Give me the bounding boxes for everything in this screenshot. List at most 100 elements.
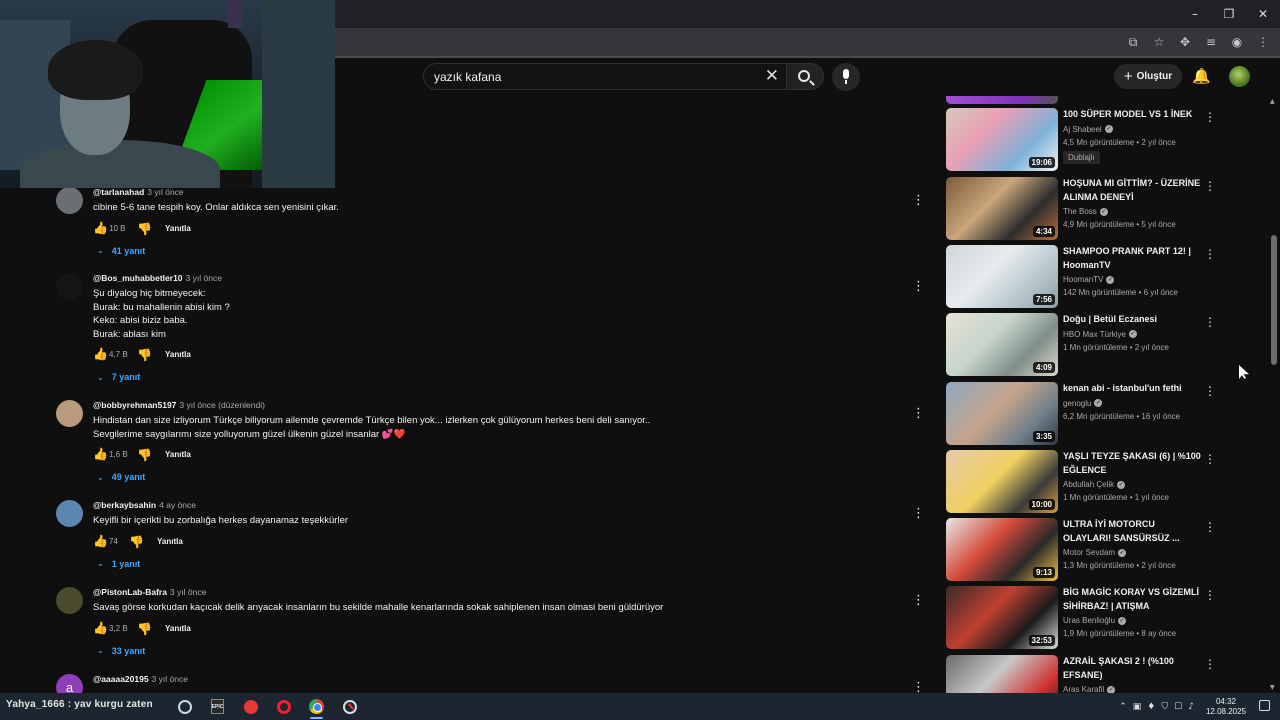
notifications-bell-icon[interactable]: 🔔 [1192, 67, 1211, 85]
notification-center-icon[interactable] [1259, 700, 1270, 711]
comment-author[interactable]: @Bos_muhabbetler10 [93, 273, 183, 283]
comment-author[interactable]: @berkaybsahin [93, 500, 156, 510]
dislike-icon[interactable]: 👎 [137, 348, 152, 362]
video-thumbnail[interactable]: 7:56 [946, 245, 1058, 308]
recommended-video[interactable]: 3:35 kenan abi - istanbul'un fethi genoglu… [946, 382, 1216, 448]
reply-button[interactable]: Yanıtla [165, 450, 191, 459]
video-title[interactable]: 100 SÜPER MODEL VS 1 İNEK [1063, 108, 1203, 122]
scrollbar-thumb[interactable] [1271, 235, 1277, 365]
commenter-avatar[interactable] [56, 587, 83, 614]
view-replies-button[interactable]: ⌄ 49 yanıt [97, 472, 903, 482]
like-icon[interactable]: 👍 [93, 347, 108, 361]
microphone-tray-icon[interactable]: ♦ [1147, 702, 1155, 712]
video-title[interactable]: ULTRA İYİ MOTORCU OLAYLARI! SANSÜRSÜZ ..… [1063, 518, 1203, 545]
video-title[interactable]: AZRAİL ŞAKASI 2 ! (%100 EFSANE) [1063, 655, 1203, 682]
video-more-icon[interactable]: ⋮ [1204, 179, 1216, 193]
recommended-video[interactable]: 10:00 YAŞLI TEYZE ŞAKASI (6) | %100 EĞLEN… [946, 450, 1216, 516]
reply-button[interactable]: Yanıtla [165, 224, 191, 233]
shield-tray-icon[interactable]: ⛉ [1161, 702, 1168, 712]
video-title[interactable]: SHAMPOO PRANK PART 12! | HoomanTV [1063, 245, 1203, 272]
like-icon[interactable]: 👍 [93, 221, 108, 235]
video-thumbnail[interactable]: 32:53 [946, 586, 1058, 649]
view-replies-button[interactable]: ⌄ 1 yanıt [97, 559, 903, 569]
video-channel[interactable]: Motor Sevdam ✓ [1063, 548, 1203, 557]
page-scrollbar[interactable] [1268, 96, 1280, 692]
like-icon[interactable]: 👍 [93, 534, 108, 548]
comment-author[interactable]: @PistonLab-Bafra [93, 587, 167, 597]
video-thumbnail[interactable]: 4:34 [946, 177, 1058, 240]
view-replies-button[interactable]: ⌄ 41 yanıt [97, 246, 903, 256]
account-avatar[interactable] [1229, 66, 1250, 87]
video-thumbnail[interactable]: 3:35 [946, 382, 1058, 445]
recommended-video[interactable]: 19:06 100 SÜPER MODEL VS 1 İNEK Aj Shabeel… [946, 108, 1216, 174]
taskbar-epic-games[interactable]: EPIC [201, 693, 234, 720]
taskbar-red-app[interactable] [234, 693, 267, 720]
video-channel[interactable]: Uras Benlioğlu ✓ [1063, 616, 1203, 625]
video-title[interactable]: HOŞUNA MI GİTTİM? - ÜZERİNE ALINMA DENEY… [1063, 177, 1203, 204]
create-button[interactable]: + Oluştur [1114, 64, 1182, 89]
recommended-video[interactable]: 9:13 ULTRA İYİ MOTORCU OLAYLARI! SANSÜRSÜ… [946, 518, 1216, 584]
video-thumbnail[interactable]: 19:06 [946, 108, 1058, 171]
video-thumbnail[interactable]: 10:00 [946, 450, 1058, 513]
search-input[interactable]: yazık kafana ✕ [423, 63, 787, 90]
video-more-icon[interactable]: ⋮ [1204, 110, 1216, 124]
commenter-avatar[interactable] [56, 273, 83, 300]
scroll-up-arrow-icon[interactable]: ▲ [1270, 98, 1275, 105]
network-icon[interactable]: ☐ [1174, 702, 1182, 712]
video-channel[interactable]: genoglu ✓ [1063, 399, 1203, 408]
bookmark-star-icon[interactable]: ☆ [1148, 31, 1170, 53]
comment-author[interactable]: @aaaaa20195 [93, 674, 149, 684]
video-title[interactable]: kenan abi - istanbul'un fethi [1063, 382, 1203, 396]
profile-icon[interactable]: ◉ [1226, 31, 1248, 53]
comment-timestamp[interactable]: 3 yıl önce (düzenlendi) [179, 400, 265, 410]
voice-search-button[interactable] [832, 63, 860, 91]
like-icon[interactable]: 👍 [93, 447, 108, 461]
video-more-icon[interactable]: ⋮ [1204, 452, 1216, 466]
video-title[interactable]: YAŞLI TEYZE ŞAKASI (6) | %100 EĞLENCE [1063, 450, 1203, 477]
recommended-video[interactable]: AZRAİL ŞAKASI 2 ! (%100 EFSANE) Aras Kara… [946, 655, 1216, 718]
commenter-avatar[interactable] [56, 400, 83, 427]
view-replies-button[interactable]: ⌄ 33 yanıt [97, 646, 903, 656]
video-thumbnail[interactable]: 4:09 [946, 313, 1058, 376]
media-control-icon[interactable]: ≡ [1200, 31, 1222, 53]
recommended-video[interactable]: 7:56 SHAMPOO PRANK PART 12! | HoomanTV Hoo… [946, 245, 1216, 311]
comment-timestamp[interactable]: 3 yıl önce [147, 187, 183, 197]
video-more-icon[interactable]: ⋮ [1204, 315, 1216, 329]
video-more-icon[interactable]: ⋮ [1204, 520, 1216, 534]
comment-timestamp[interactable]: 3 yıl önce [152, 674, 188, 684]
reply-button[interactable]: Yanıtla [165, 350, 191, 359]
comment-timestamp[interactable]: 4 ay önce [159, 500, 196, 510]
commenter-avatar[interactable] [56, 500, 83, 527]
video-channel[interactable]: HoomanTV ✓ [1063, 275, 1203, 284]
video-title[interactable]: BİG MAGİC KORAY VS GİZEMLİ SİHİRBAZ! | A… [1063, 586, 1203, 613]
taskbar-steam[interactable] [168, 693, 201, 720]
reply-button[interactable]: Yanıtla [157, 537, 183, 546]
system-clock[interactable]: 04:32 12.08.2025 [1206, 697, 1246, 717]
tray-overflow-chevron-icon[interactable]: ⌃ [1119, 702, 1127, 712]
video-more-icon[interactable]: ⋮ [1204, 247, 1216, 261]
taskbar-opera[interactable] [267, 693, 300, 720]
dislike-icon[interactable]: 👎 [137, 222, 152, 236]
comment-more-icon[interactable]: ⋮ [912, 279, 925, 294]
video-more-icon[interactable]: ⋮ [1204, 657, 1216, 671]
taskbar-chrome[interactable] [300, 693, 333, 720]
dislike-icon[interactable]: 👎 [137, 448, 152, 462]
comment-timestamp[interactable]: 3 yıl önce [170, 587, 206, 597]
view-replies-button[interactable]: ⌄ 7 yanıt [97, 372, 903, 382]
taskbar-speedometer-app[interactable] [333, 693, 366, 720]
video-channel[interactable]: Aj Shabeel ✓ [1063, 125, 1203, 134]
video-title[interactable]: Doğu | Betül Eczanesi [1063, 313, 1203, 327]
comment-more-icon[interactable]: ⋮ [912, 506, 925, 521]
previous-recommendation-thumbnail[interactable] [946, 96, 1058, 104]
video-more-icon[interactable]: ⋮ [1204, 384, 1216, 398]
restore-icon[interactable]: ❐ [1212, 0, 1246, 28]
video-channel[interactable]: Abdullah Çelik ✓ [1063, 480, 1203, 489]
comment-more-icon[interactable]: ⋮ [912, 193, 925, 208]
like-icon[interactable]: 👍 [93, 621, 108, 635]
video-channel[interactable]: HBO Max Türkiye ✓ [1063, 330, 1203, 339]
close-icon[interactable]: ✕ [1246, 0, 1280, 28]
extensions-icon[interactable]: ✥ [1174, 31, 1196, 53]
search-button[interactable] [786, 63, 824, 90]
scroll-down-arrow-icon[interactable]: ▼ [1270, 684, 1275, 691]
video-thumbnail[interactable]: 9:13 [946, 518, 1058, 581]
